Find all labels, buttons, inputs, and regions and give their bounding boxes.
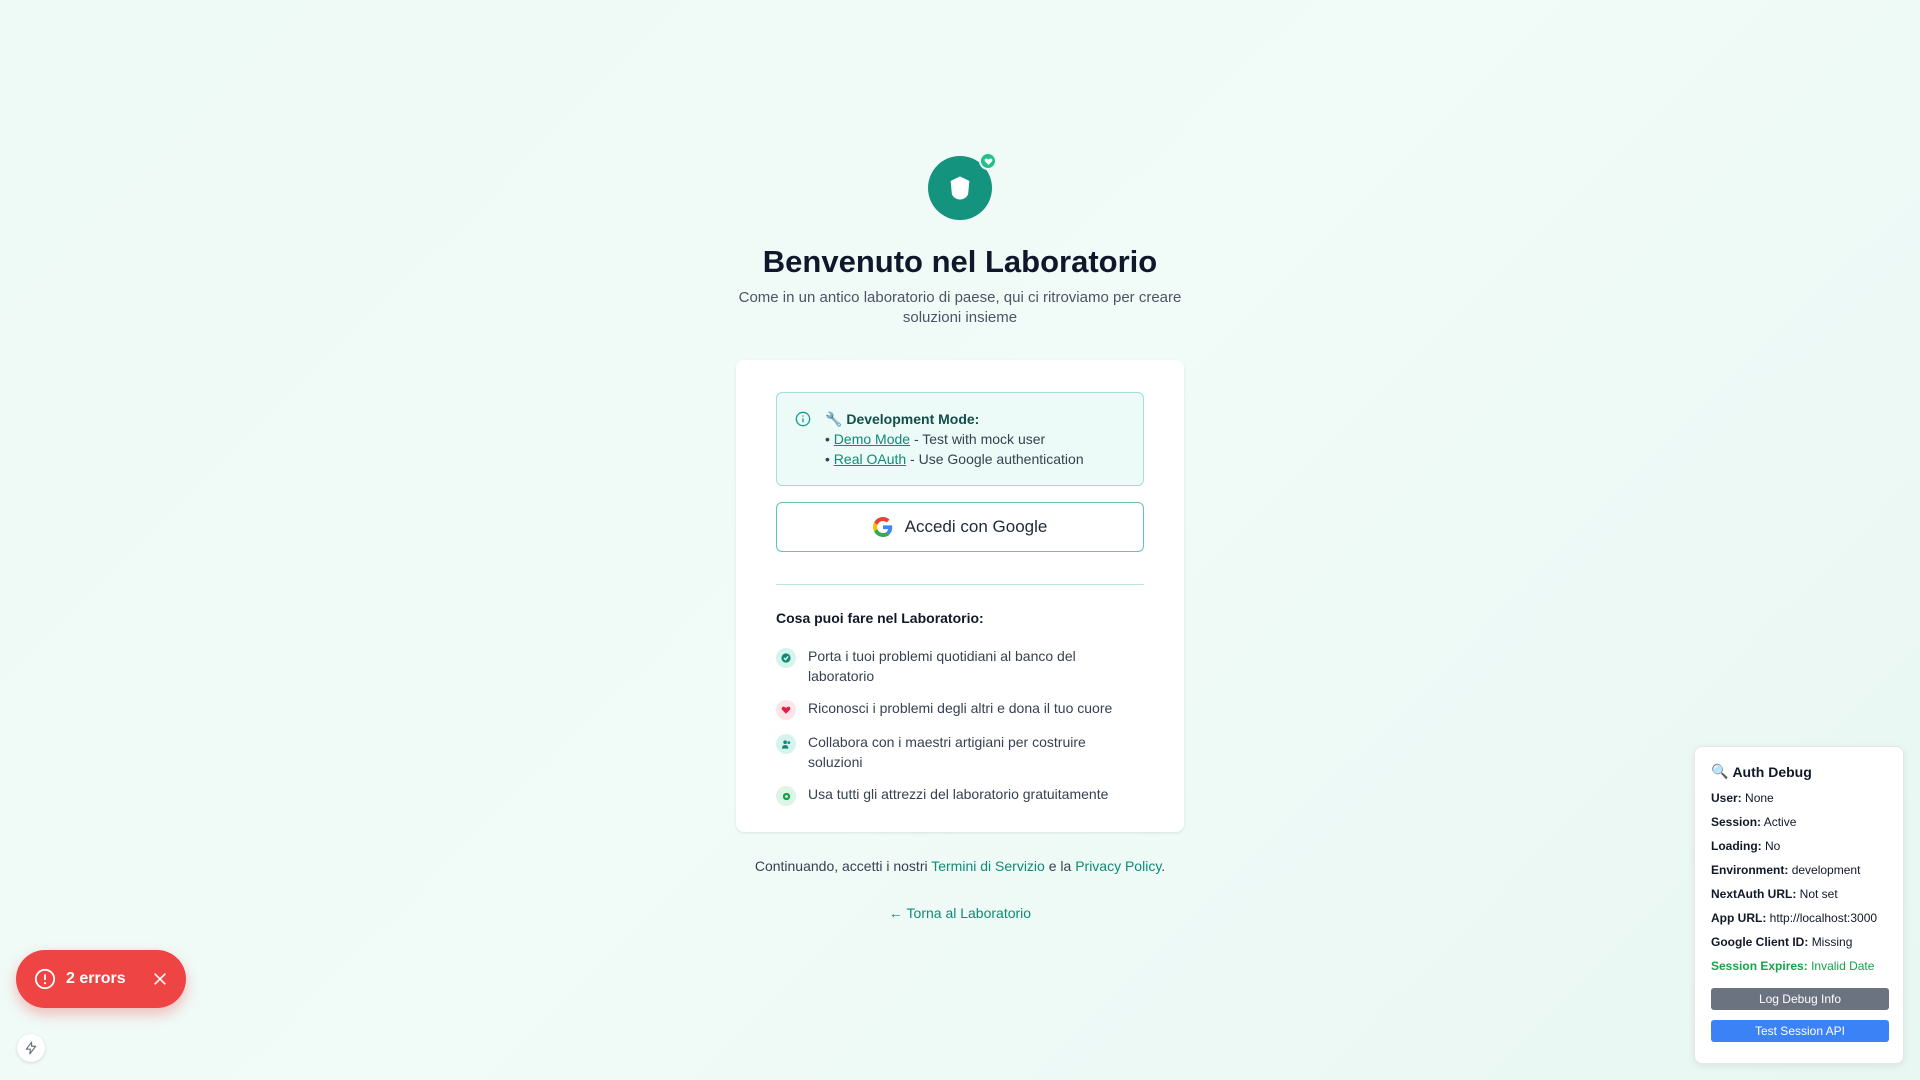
dev-mode-content: 🔧 Development Mode: • Demo Mode - Test w… xyxy=(825,409,1084,469)
back-to-lab-link[interactable]: ← Torna al Laboratorio xyxy=(860,905,1060,921)
dev-tools-button[interactable] xyxy=(17,1034,45,1062)
check-icon xyxy=(776,648,796,668)
debug-key: Environment: xyxy=(1711,863,1789,877)
debug-key: App URL: xyxy=(1711,911,1767,925)
debug-row-loading: Loading: No xyxy=(1711,838,1887,862)
list-item: Riconosci i problemi degli altri e dona … xyxy=(776,698,1144,720)
debug-key: Google Client ID: xyxy=(1711,935,1809,949)
debug-key: NextAuth URL: xyxy=(1711,887,1797,901)
test-session-api-button[interactable]: Test Session API xyxy=(1711,1020,1889,1042)
debug-value: Invalid Date xyxy=(1811,959,1875,973)
debug-key: Session: xyxy=(1711,815,1762,829)
list-item: Porta i tuoi problemi quotidiani al banc… xyxy=(776,646,1144,686)
terms-middle: e la xyxy=(1044,858,1076,874)
debug-value: http://localhost:3000 xyxy=(1769,911,1878,925)
lightning-icon xyxy=(25,1041,37,1055)
page-subtitle: Come in un antico laboratorio di paese, … xyxy=(738,289,1182,326)
features-list: Porta i tuoi problemi quotidiani al banc… xyxy=(776,646,1144,818)
login-page: Benvenuto nel Laboratorio Come in un ant… xyxy=(0,0,1920,1080)
divider xyxy=(776,584,1144,585)
feature-text: Collabora con i maestri artigiani per co… xyxy=(808,734,1086,770)
debug-key: Session Expires: xyxy=(1711,959,1808,973)
dev-mode-item: • Demo Mode - Test with mock user xyxy=(825,429,1084,449)
auth-debug-title-text: Auth Debug xyxy=(1732,763,1812,780)
alert-circle-icon xyxy=(34,968,56,990)
dev-mode-item: • Real OAuth - Use Google authentication xyxy=(825,449,1084,469)
heart-icon xyxy=(984,157,992,165)
terms-prefix: Continuando, accetti i nostri xyxy=(754,858,932,874)
debug-row-session: Session: Active xyxy=(1711,814,1887,838)
feature-text: Usa tutti gli attrezzi del laboratorio g… xyxy=(808,786,1109,802)
feature-text: Riconosci i problemi degli altri e dona … xyxy=(808,700,1113,716)
bullet: • xyxy=(825,451,830,467)
debug-key: User: xyxy=(1711,791,1742,805)
auth-debug-title: 🔍 Auth Debug xyxy=(1711,763,1887,780)
debug-row-user: User: None xyxy=(1711,790,1887,814)
list-item: Usa tutti gli attrezzi del laboratorio g… xyxy=(776,784,1144,806)
debug-value: Missing xyxy=(1811,935,1853,949)
google-signin-button[interactable]: Accedi con Google xyxy=(776,502,1144,552)
heart-icon xyxy=(776,700,796,720)
errors-indicator[interactable]: 2 errors xyxy=(16,950,186,1008)
debug-value: None xyxy=(1745,791,1774,805)
app-logo xyxy=(928,152,997,220)
debug-row-app-url: App URL: http://localhost:3000 xyxy=(1711,910,1887,934)
shield-icon xyxy=(950,176,970,200)
auth-debug-panel: 🔍 Auth Debug User: None Session: Active … xyxy=(1694,746,1904,1064)
errors-label: 2 errors xyxy=(66,970,126,987)
page-title: Benvenuto nel Laboratorio xyxy=(762,244,1158,279)
google-signin-label: Accedi con Google xyxy=(904,517,1048,536)
login-card: 🔧 Development Mode: • Demo Mode - Test w… xyxy=(736,360,1184,832)
privacy-policy-link[interactable]: Privacy Policy xyxy=(1075,858,1161,874)
debug-row-session-expires: Session Expires: Invalid Date xyxy=(1711,958,1887,982)
dev-mode-item-text: - Test with mock user xyxy=(910,431,1046,447)
debug-value: Not set xyxy=(1799,887,1838,901)
magnifier-icon: 🔍 xyxy=(1711,763,1729,779)
wrench-icon: 🔧 xyxy=(825,411,843,427)
debug-row-google-client-id: Google Client ID: Missing xyxy=(1711,934,1887,958)
feature-text: Porta i tuoi problemi quotidiani al banc… xyxy=(808,648,1076,684)
debug-value: development xyxy=(1791,863,1861,877)
real-oauth-link[interactable]: Real OAuth xyxy=(834,451,906,467)
terms-notice: Continuando, accetti i nostri Termini di… xyxy=(560,858,1360,874)
gear-icon xyxy=(776,786,796,806)
dev-mode-title: Development Mode: xyxy=(846,411,980,427)
demo-mode-link[interactable]: Demo Mode xyxy=(834,431,910,447)
debug-value: Active xyxy=(1763,815,1797,829)
dev-mode-notice: 🔧 Development Mode: • Demo Mode - Test w… xyxy=(776,392,1144,486)
features-title: Cosa puoi fare nel Laboratorio: xyxy=(776,610,984,626)
log-debug-info-button[interactable]: Log Debug Info xyxy=(1711,988,1889,1010)
dev-mode-item-text: - Use Google authentication xyxy=(906,451,1084,467)
info-icon xyxy=(795,411,811,427)
bullet: • xyxy=(825,431,830,447)
debug-row-environment: Environment: development xyxy=(1711,862,1887,886)
google-icon xyxy=(872,517,892,537)
debug-key: Loading: xyxy=(1711,839,1762,853)
debug-row-nextauth-url: NextAuth URL: Not set xyxy=(1711,886,1887,910)
logo-heart-badge xyxy=(979,152,997,170)
terms-suffix: . xyxy=(1161,858,1166,874)
list-item: Collabora con i maestri artigiani per co… xyxy=(776,732,1144,772)
debug-value: No xyxy=(1765,839,1781,853)
terms-of-service-link[interactable]: Termini di Servizio xyxy=(931,858,1045,874)
users-icon xyxy=(776,734,796,754)
close-icon[interactable] xyxy=(152,971,168,987)
